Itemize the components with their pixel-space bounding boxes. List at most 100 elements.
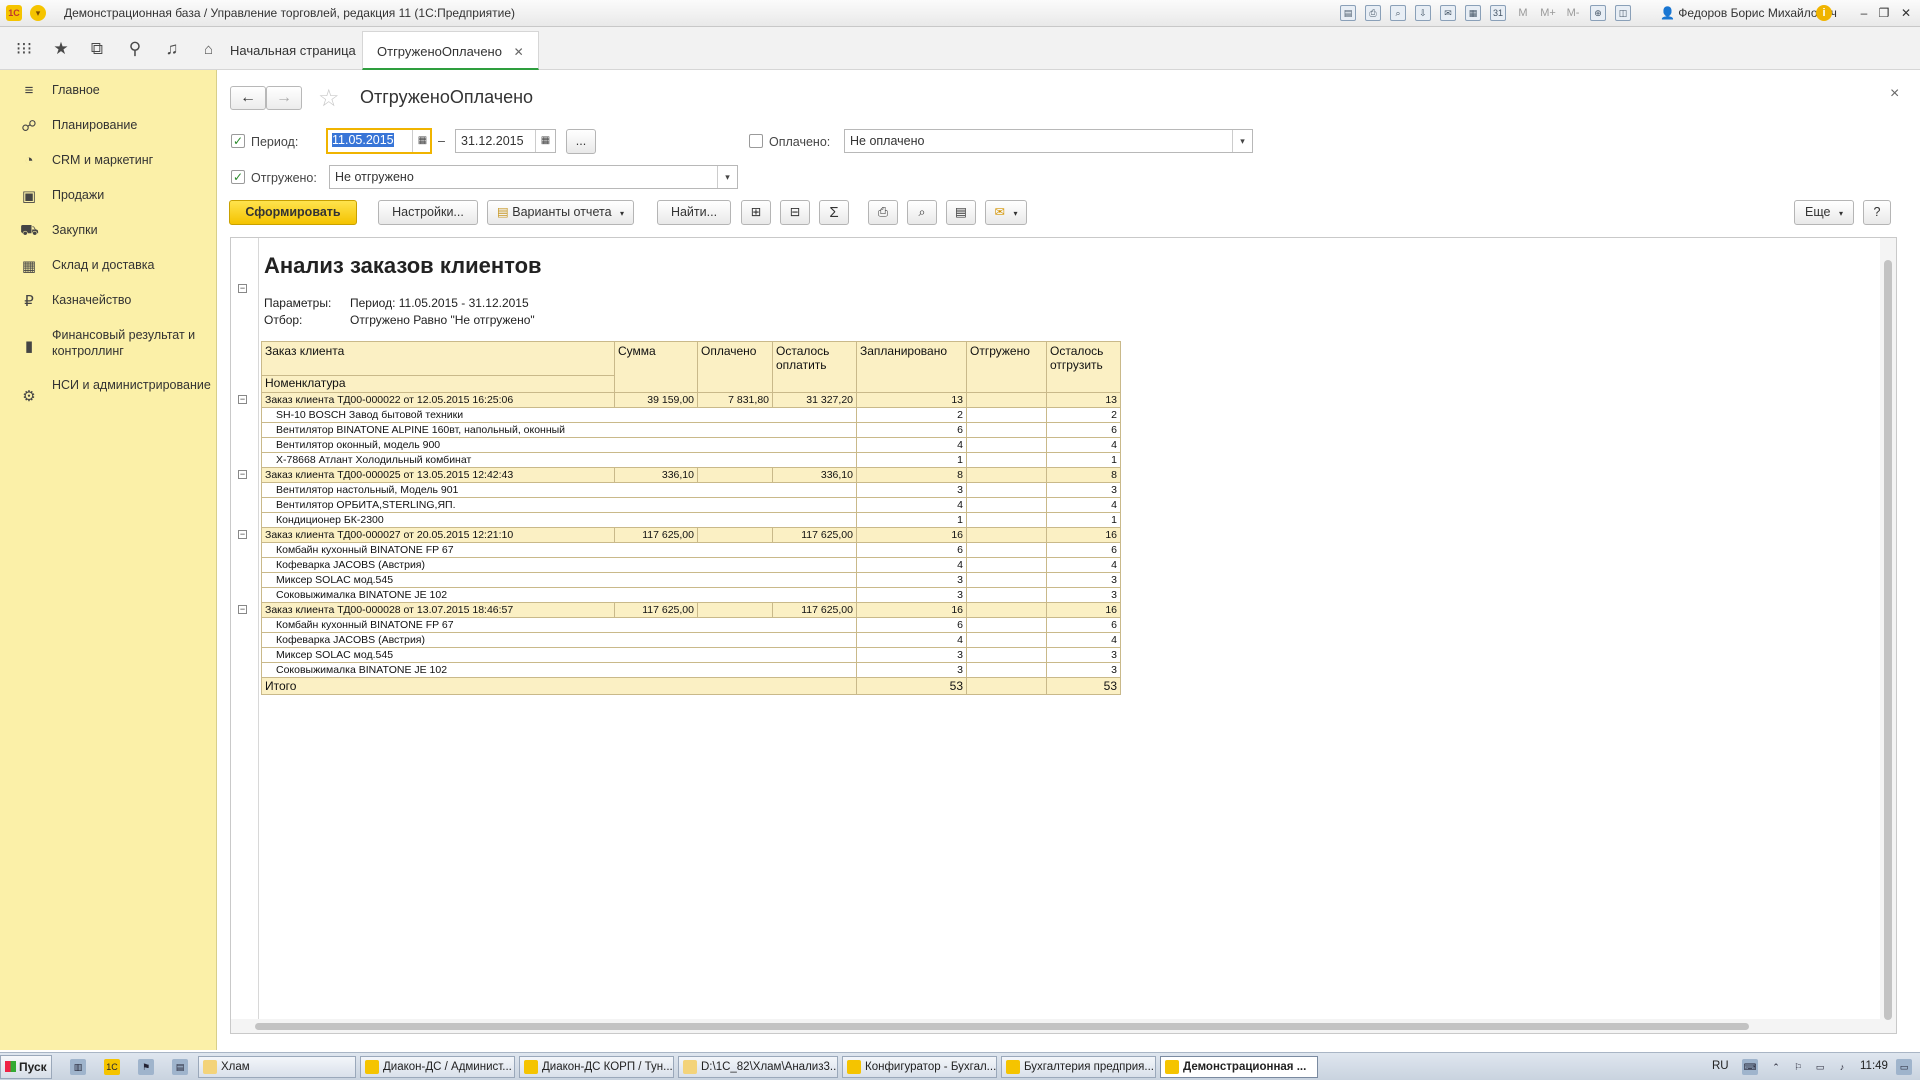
expand-groups-icon[interactable]: ⊞ [741, 200, 771, 225]
collapse-header-icon[interactable]: − [238, 284, 247, 293]
download-icon[interactable]: ⇩ [1415, 5, 1431, 21]
sidebar-item-finance[interactable]: ▮ Финансовый результат и контроллинг [0, 327, 217, 363]
table-row[interactable]: Вентилятор оконный, модель 900 4 4 [261, 437, 1121, 453]
table-row[interactable]: Кофеварка JACOBS (Австрия) 4 4 [261, 632, 1121, 648]
network-icon[interactable]: ▥ [70, 1059, 86, 1075]
tray-arrow-icon[interactable]: ⌃ [1768, 1059, 1784, 1075]
scroll-thumb[interactable] [255, 1023, 1749, 1030]
search-icon[interactable]: ⚲ [124, 38, 146, 60]
show-desktop-icon[interactable]: ▭ [1896, 1059, 1912, 1075]
tray-volume-icon[interactable]: ♪ [1834, 1059, 1850, 1075]
settings-button[interactable]: Настройки... [378, 200, 478, 225]
sidebar-item-purchases[interactable]: ⛟ Закупки [0, 222, 217, 242]
zoom-icon[interactable]: ⊕ [1590, 5, 1606, 21]
notifications-bell-icon[interactable]: ♫ [161, 38, 183, 60]
paid-select[interactable]: Не оплачено ▾ [844, 129, 1253, 153]
close-window-button[interactable]: ✕ [1896, 4, 1916, 22]
calendar-icon[interactable]: ▦ [412, 130, 432, 152]
table-row[interactable]: Вентилятор ОРБИТА,STERLING,ЯП. 4 4 [261, 497, 1121, 513]
sidebar-item-main[interactable]: ≡ Главное [0, 82, 217, 102]
print-icon[interactable]: ⎙ [868, 200, 898, 225]
taskbar-item[interactable]: Хлам [198, 1056, 356, 1078]
sidebar-item-crm[interactable]: ◔ CRM и маркетинг [0, 152, 217, 172]
report-variants-button[interactable]: ▤ Варианты отчета ▾ [487, 200, 634, 225]
close-form-icon[interactable]: × [1890, 85, 1899, 103]
table-group-row[interactable]: Заказ клиента ТД00-000027 от 20.05.2015 … [261, 527, 1121, 543]
collapse-group-icon[interactable]: − [238, 395, 247, 404]
period-from-field[interactable]: 11.05.2015 ▦ [326, 128, 432, 154]
table-group-row[interactable]: Заказ клиента ТД00-000022 от 12.05.2015 … [261, 392, 1121, 408]
period-checkbox[interactable]: ✓ [231, 134, 245, 148]
table-row[interactable]: X-78668 Атлант Холодильный комбинат 1 1 [261, 452, 1121, 468]
scroll-thumb[interactable] [1884, 260, 1892, 1020]
back-button[interactable]: ← [230, 86, 266, 110]
apps-grid-icon[interactable]: ⁝⁝⁝ [13, 38, 35, 60]
table-row[interactable]: Соковыжималка BINATONE JE 102 3 3 [261, 587, 1121, 603]
vertical-scrollbar[interactable] [1880, 238, 1896, 1033]
app-menu-chevron-icon[interactable]: ▾ [30, 5, 46, 21]
sidebar-item-sales[interactable]: ▣ Продажи [0, 187, 217, 207]
tab-close-icon[interactable]: ✕ [514, 45, 524, 59]
calendar-icon[interactable]: 31 [1490, 5, 1506, 21]
table-row[interactable]: Комбайн кухонный BINATONE FP 67 6 6 [261, 542, 1121, 558]
table-group-row[interactable]: Заказ клиента ТД00-000025 от 13.05.2015 … [261, 467, 1121, 483]
sidebar-item-planning[interactable]: ☍ Планирование [0, 117, 217, 137]
table-row[interactable]: Миксер SOLAC мод.545 3 3 [261, 572, 1121, 588]
info-icon[interactable]: i [1816, 5, 1832, 21]
restore-button[interactable]: ❐ [1874, 4, 1894, 22]
taskbar-item[interactable]: Диакон-ДС КОРП / Тун... [519, 1056, 674, 1078]
table-row[interactable]: Соковыжималка BINATONE JE 102 3 3 [261, 662, 1121, 678]
period-to-field[interactable]: 31.12.2015 ▦ [455, 129, 556, 153]
horizontal-scrollbar[interactable] [231, 1019, 1881, 1033]
report-spreadsheet[interactable]: − Анализ заказов клиентов Параметры: Пер… [230, 237, 1897, 1034]
minimize-button[interactable]: – [1854, 4, 1874, 22]
language-indicator[interactable]: RU [1712, 1060, 1729, 1072]
taskbar-item[interactable]: Диакон-ДС / Админист... [360, 1056, 515, 1078]
table-row[interactable]: Комбайн кухонный BINATONE FP 67 6 6 [261, 617, 1121, 633]
taskbar-item[interactable]: Бухгалтерия предприя... [1001, 1056, 1156, 1078]
favorites-star-icon[interactable]: ★ [50, 38, 72, 60]
forward-button[interactable]: → [266, 86, 302, 110]
memory-plus-icon[interactable]: M+ [1540, 5, 1556, 21]
calculator-icon[interactable]: ▦ [1465, 5, 1481, 21]
mail-icon[interactable]: ✉ [1440, 5, 1456, 21]
app-quicklaunch-icon[interactable]: ⚑ [138, 1059, 154, 1075]
tab-shipped-paid[interactable]: ОтгруженоОплачено ✕ [362, 31, 539, 70]
panels-icon[interactable]: ◫ [1615, 5, 1631, 21]
save-icon[interactable]: ▤ [1340, 5, 1356, 21]
tab-home[interactable]: ⌂ Начальная страница [192, 31, 370, 70]
collapse-group-icon[interactable]: − [238, 470, 247, 479]
send-mail-button[interactable]: ✉ ▾ [985, 200, 1027, 225]
tray-keyboard-icon[interactable]: ⌨ [1742, 1059, 1758, 1075]
table-row[interactable]: Кофеварка JACOBS (Австрия) 4 4 [261, 557, 1121, 573]
tray-flag-icon[interactable]: ⚐ [1790, 1059, 1806, 1075]
memory-minus-icon[interactable]: M- [1565, 5, 1581, 21]
generate-button[interactable]: Сформировать [229, 200, 357, 225]
find-button[interactable]: Найти... [657, 200, 731, 225]
table-row[interactable]: Миксер SOLAC мод.545 3 3 [261, 647, 1121, 663]
taskbar-item-active[interactable]: Демонстрационная ... [1160, 1056, 1318, 1078]
shipped-checkbox[interactable]: ✓ [231, 170, 245, 184]
clock[interactable]: 11:49 [1860, 1060, 1888, 1072]
paid-checkbox[interactable] [749, 134, 763, 148]
collapse-groups-icon[interactable]: ⊟ [780, 200, 810, 225]
more-button[interactable]: Еще ▾ [1794, 200, 1854, 225]
preview-icon[interactable]: ⌕ [1390, 5, 1406, 21]
period-select-button[interactable]: ... [566, 129, 596, 154]
favorite-star-icon[interactable]: ☆ [318, 84, 340, 113]
current-user[interactable]: 👤 Федоров Борис Михайлович [1660, 6, 1837, 20]
taskbar-item[interactable]: Конфигуратор - Бухгал... [842, 1056, 997, 1078]
collapse-group-icon[interactable]: − [238, 530, 247, 539]
table-row[interactable]: Вентилятор BINATONE ALPINE 160вт, наполь… [261, 422, 1121, 438]
collapse-group-icon[interactable]: − [238, 605, 247, 614]
notepad-quicklaunch-icon[interactable]: ▤ [172, 1059, 188, 1075]
print-icon[interactable]: ⎙ [1365, 5, 1381, 21]
sidebar-item-treasury[interactable]: ₽ Казначейство [0, 292, 217, 312]
sum-icon[interactable]: Σ [819, 200, 849, 225]
save-icon[interactable]: ▤ [946, 200, 976, 225]
taskbar-item[interactable]: D:\1C_82\Хлам\Анализ3... [678, 1056, 838, 1078]
tray-network-icon[interactable]: ▭ [1812, 1059, 1828, 1075]
table-row[interactable]: Вентилятор настольный, Модель 901 3 3 [261, 482, 1121, 498]
start-button[interactable]: Пуск [0, 1055, 52, 1079]
memory-m-icon[interactable]: M [1515, 5, 1531, 21]
